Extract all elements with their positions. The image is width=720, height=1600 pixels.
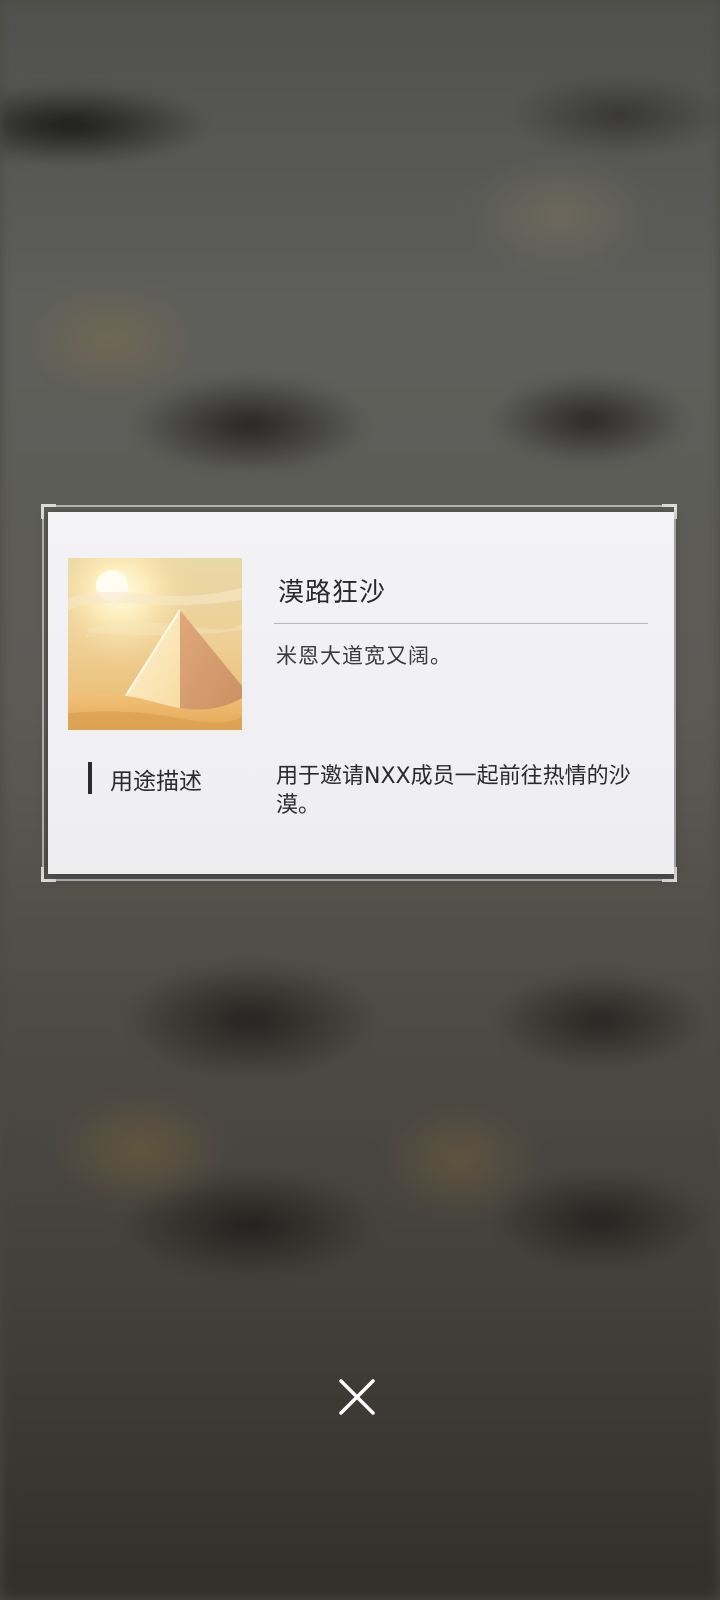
pyramid-desert-image — [68, 558, 242, 730]
item-name: 漠路狂沙 — [278, 578, 387, 608]
divider — [274, 623, 648, 624]
item-flavor-text: 米恩大道宽又阔。 — [276, 644, 452, 668]
close-icon — [339, 1379, 375, 1415]
description-text: 用于邀请NXX成员一起前往热情的沙漠。 — [276, 764, 631, 818]
description-label: 用途描述 — [110, 769, 202, 795]
section-marker — [88, 762, 92, 794]
item-detail-card: 漠路狂沙 米恩大道宽又阔。 用途描述 用于邀请NXX成员一起前往热情的沙漠。 — [48, 512, 674, 874]
close-button[interactable] — [332, 1372, 382, 1422]
